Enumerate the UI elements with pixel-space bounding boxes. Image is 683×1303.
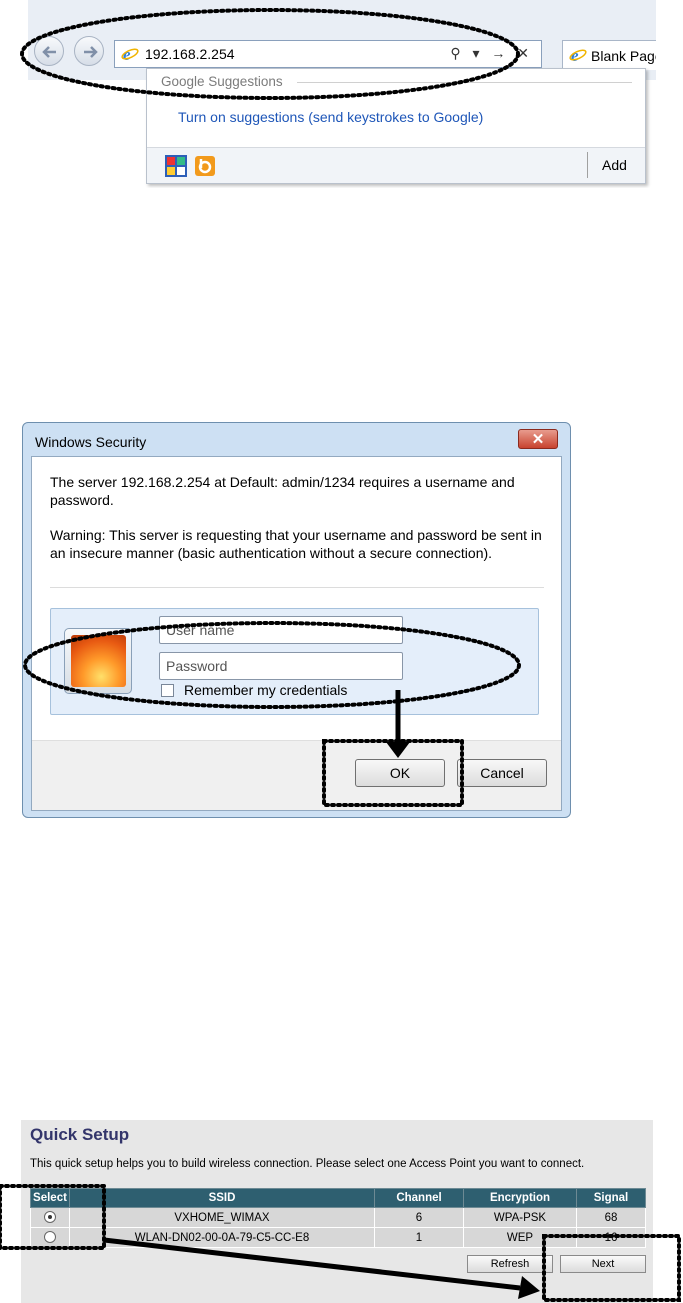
dialog-body: The server 192.168.2.254 at Default: adm… <box>31 456 562 811</box>
select-cell[interactable] <box>30 1227 70 1248</box>
remember-credentials-checkbox[interactable] <box>161 684 174 697</box>
column-header: Signal <box>576 1188 646 1208</box>
ie-logo-icon: e <box>569 46 587 64</box>
ssid-cell: VXHOME_WIMAX <box>69 1207 375 1228</box>
signal-cell: 16 <box>576 1227 646 1248</box>
divider <box>297 82 632 83</box>
page-title: Quick Setup <box>30 1125 130 1144</box>
address-bar[interactable]: e 192.168.2.254 ⚲ ▾ → ✕ <box>114 40 542 68</box>
dialog-footer: OK Cancel <box>32 740 561 810</box>
remember-credentials-label: Remember my credentials <box>184 682 348 698</box>
signal-cell: 68 <box>576 1207 646 1228</box>
browser-window: e 192.168.2.254 ⚲ ▾ → ✕ e Blank Page Goo… <box>28 0 656 188</box>
next-button[interactable]: Next <box>560 1255 646 1273</box>
password-field[interactable]: Password <box>159 652 403 680</box>
turn-on-suggestions-link[interactable]: Turn on suggestions (send keystrokes to … <box>178 109 483 125</box>
credential-tile: User name Password Remember my credentia… <box>50 608 539 715</box>
forward-button[interactable] <box>74 36 104 66</box>
ie-logo-icon: e <box>121 45 139 63</box>
table-row[interactable]: WLAN-DN02-00-0A-79-C5-CC-E8 1 WEP 16 <box>30 1227 646 1248</box>
table-header-row: Select SSID Channel Encryption Signal <box>30 1188 646 1208</box>
address-tools-icons[interactable]: ⚲ ▾ → ✕ <box>450 45 533 62</box>
refresh-button[interactable]: Refresh <box>467 1255 553 1273</box>
suggestions-header: Google Suggestions <box>161 74 283 89</box>
quick-setup-panel: Quick Setup This quick setup helps you t… <box>21 1120 653 1303</box>
warning-message: Warning: This server is requesting that … <box>50 527 542 561</box>
quick-setup-description: This quick setup helps you to build wire… <box>30 1158 585 1170</box>
column-header: Select <box>30 1188 70 1208</box>
bing-search-icon[interactable] <box>195 156 215 176</box>
search-providers-bar: Add <box>147 147 645 183</box>
add-provider-button[interactable]: Add <box>602 157 627 173</box>
dialog-title: Windows Security <box>35 434 147 450</box>
channel-cell: 6 <box>374 1207 464 1228</box>
encryption-cell: WPA-PSK <box>463 1207 577 1228</box>
cancel-button[interactable]: Cancel <box>457 759 547 787</box>
divider <box>587 152 588 178</box>
select-radio[interactable] <box>44 1211 56 1224</box>
channel-cell: 1 <box>374 1227 464 1248</box>
user-avatar <box>64 628 132 694</box>
suggestions-dropdown: Google Suggestions Turn on suggestions (… <box>146 68 646 184</box>
forward-arrow-icon <box>84 46 98 58</box>
select-cell[interactable] <box>30 1207 70 1228</box>
access-point-table: Select SSID Channel Encryption Signal VX… <box>30 1188 646 1248</box>
back-arrow-icon <box>42 46 56 58</box>
windows-security-dialog: Windows Security ✕ The server 192.168.2.… <box>22 422 571 818</box>
ok-button[interactable]: OK <box>355 759 445 787</box>
ssid-cell: WLAN-DN02-00-0A-79-C5-CC-E8 <box>69 1227 375 1248</box>
divider <box>50 587 544 588</box>
tab-label: Blank Page <box>591 48 656 64</box>
table-row[interactable]: VXHOME_WIMAX 6 WPA-PSK 68 <box>30 1207 646 1228</box>
close-icon: ✕ <box>531 431 545 448</box>
dialog-message: The server 192.168.2.254 at Default: adm… <box>50 473 550 562</box>
close-button[interactable]: ✕ <box>518 429 558 449</box>
address-url[interactable]: 192.168.2.254 <box>145 46 235 62</box>
server-message: The server 192.168.2.254 at Default: adm… <box>50 474 515 508</box>
username-field[interactable]: User name <box>159 616 403 644</box>
select-radio[interactable] <box>44 1231 56 1244</box>
column-header: Encryption <box>463 1188 577 1208</box>
encryption-cell: WEP <box>463 1227 577 1248</box>
flower-avatar-icon <box>71 635 126 687</box>
column-header: Channel <box>374 1188 464 1208</box>
tab-blank-page[interactable]: e Blank Page <box>562 40 656 70</box>
google-search-icon[interactable] <box>165 155 187 177</box>
column-header: SSID <box>69 1188 375 1208</box>
back-button[interactable] <box>34 36 64 66</box>
